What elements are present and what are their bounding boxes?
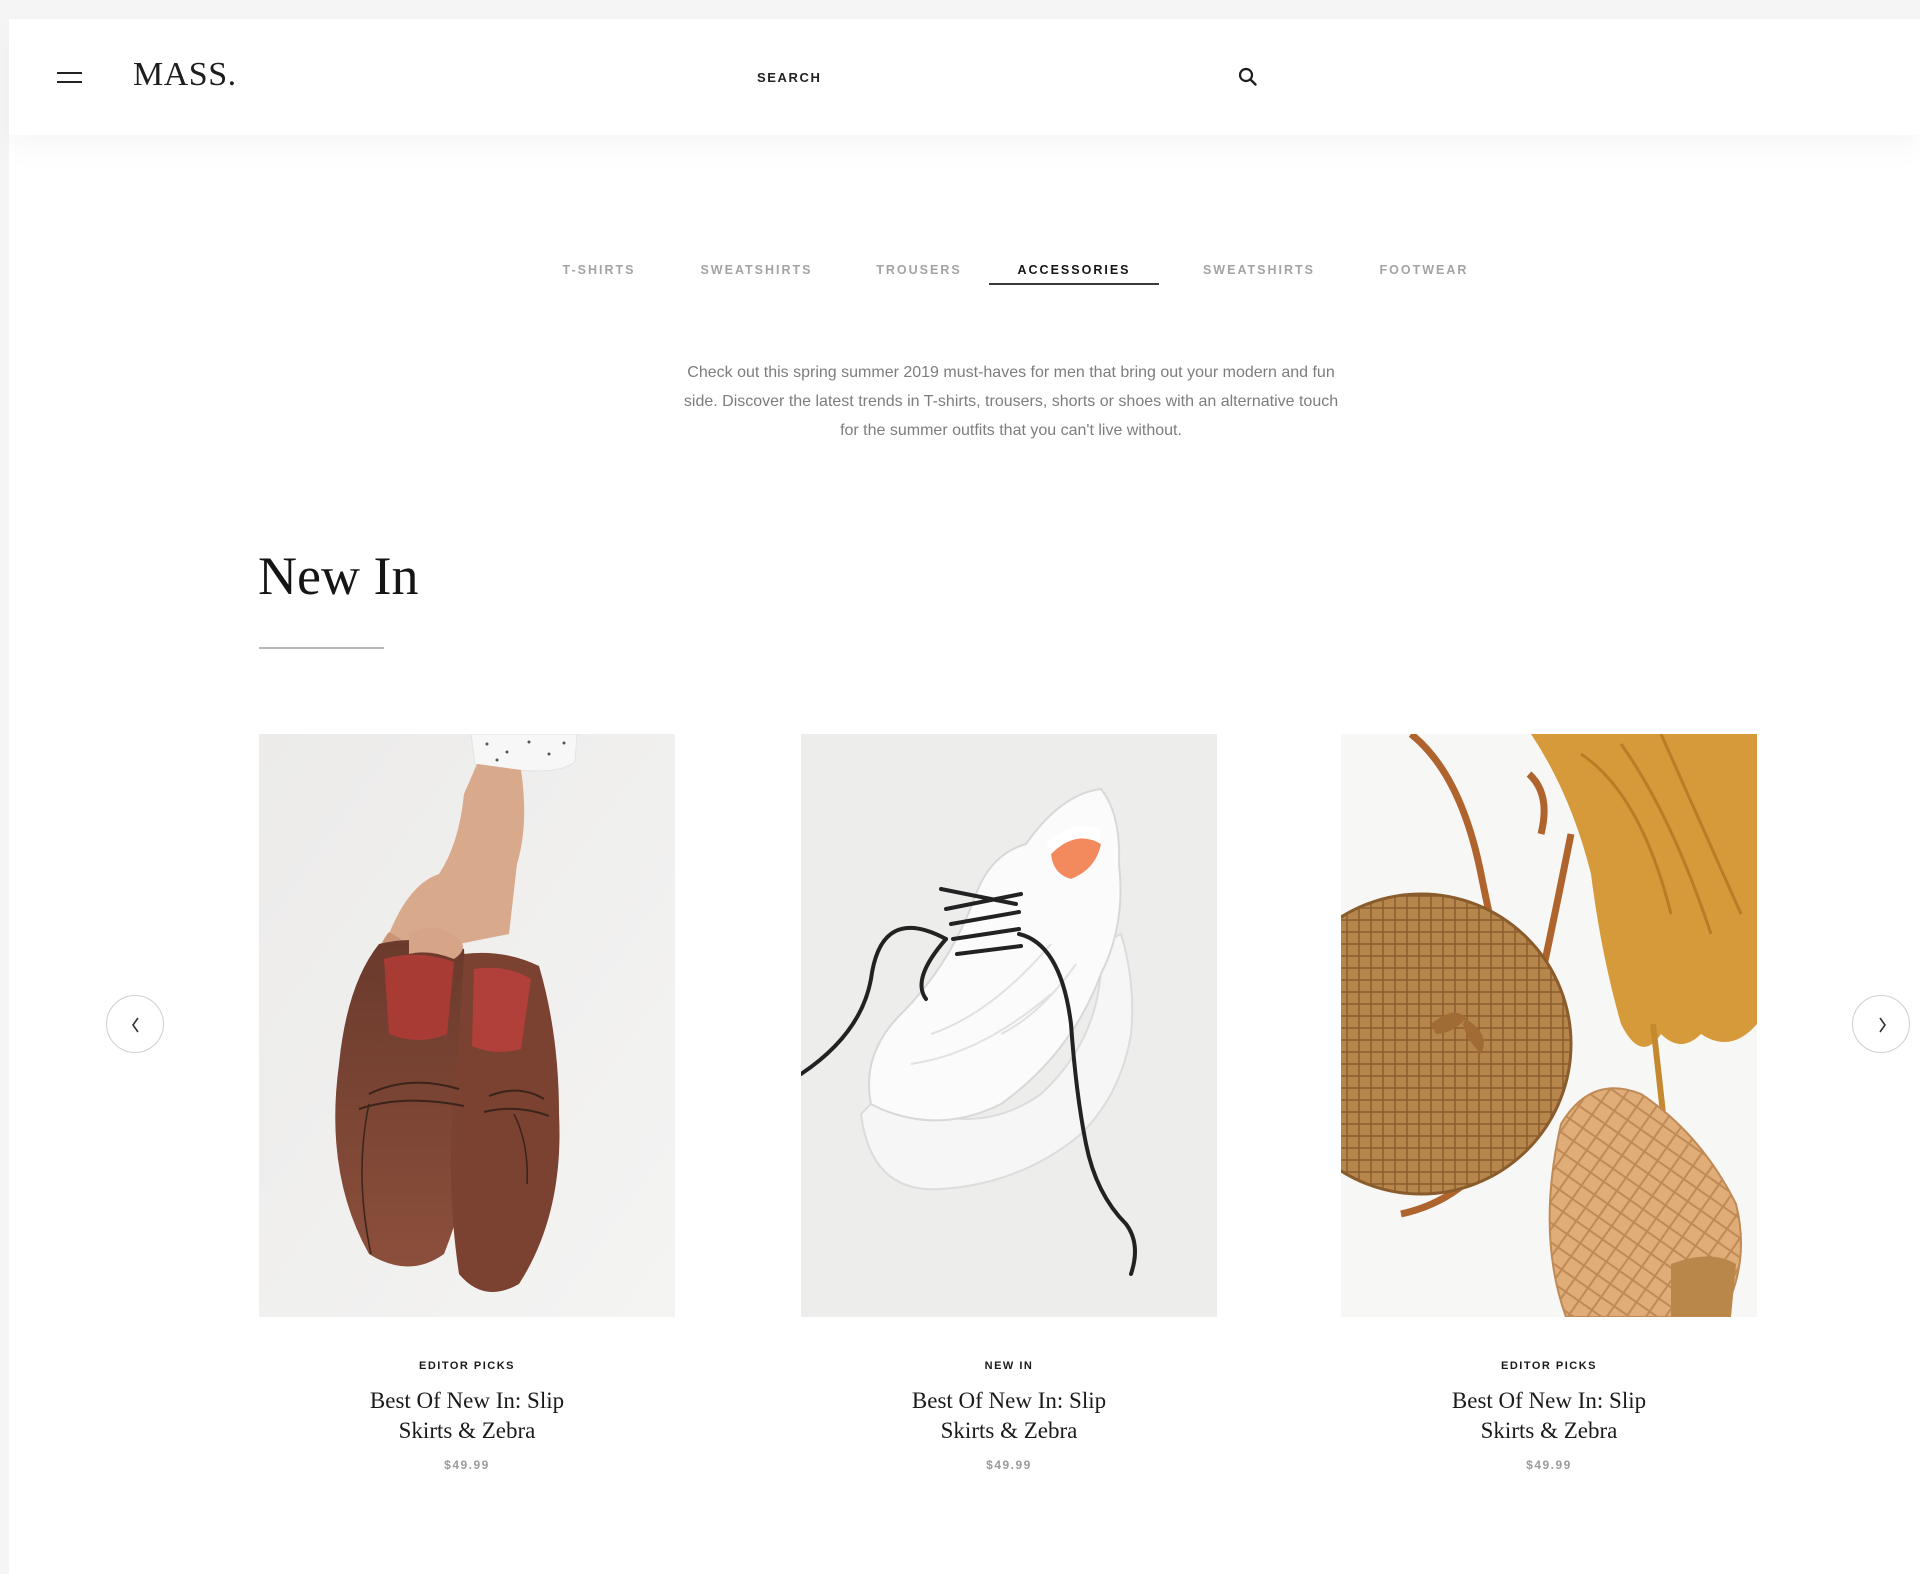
search-label[interactable]: SEARCH bbox=[757, 70, 822, 85]
product-title-line: Best Of New In: Slip bbox=[1451, 1388, 1647, 1413]
product-title-line: Skirts & Zebra bbox=[398, 1418, 536, 1443]
product-title-line: Skirts & Zebra bbox=[1480, 1418, 1618, 1443]
product-price: $49.99 bbox=[1526, 1458, 1572, 1472]
product-card: EDITOR PICKS Best Of New In: Slip Skirts… bbox=[259, 734, 675, 1472]
intro-text: Check out this spring summer 2019 must-h… bbox=[639, 358, 1383, 445]
product-title-line: Best Of New In: Slip bbox=[369, 1388, 565, 1413]
product-card: EDITOR PICKS Best Of New In: Slip Skirts… bbox=[1341, 734, 1757, 1472]
product-price: $49.99 bbox=[444, 1458, 490, 1472]
site-logo[interactable]: MASS. bbox=[133, 56, 237, 94]
product-tag: NEW IN bbox=[984, 1360, 1034, 1372]
active-tab-underline bbox=[989, 283, 1159, 285]
product-title[interactable]: Best Of New In: Slip Skirts & Zebra bbox=[1429, 1386, 1669, 1446]
product-card: NEW IN Best Of New In: Slip Skirts & Zeb… bbox=[801, 734, 1217, 1472]
tab-accessories[interactable]: ACCESSORIES bbox=[989, 255, 1159, 305]
tab-sweatshirts[interactable]: SWEATSHIRTS bbox=[684, 255, 829, 305]
product-title[interactable]: Best Of New In: Slip Skirts & Zebra bbox=[347, 1386, 587, 1446]
search-icon[interactable] bbox=[1237, 66, 1259, 88]
product-title-line: Skirts & Zebra bbox=[940, 1418, 1078, 1443]
hamburger-icon[interactable] bbox=[57, 70, 82, 84]
product-tag: EDITOR PICKS bbox=[1500, 1360, 1598, 1372]
tab-sweatshirts-2[interactable]: SWEATSHIRTS bbox=[1184, 255, 1334, 305]
intro-line: side. Discover the latest trends in T-sh… bbox=[683, 393, 1339, 410]
carousel-next-button[interactable] bbox=[1852, 995, 1910, 1053]
category-tabs: T-SHIRTS SWEATSHIRTS TROUSERS ACCESSORIE… bbox=[9, 255, 1920, 305]
site-header: MASS. SEARCH bbox=[9, 19, 1920, 135]
rattan-bag-and-woven-shoe-image[interactable] bbox=[1341, 734, 1757, 1317]
product-tag: EDITOR PICKS bbox=[418, 1360, 516, 1372]
product-price: $49.99 bbox=[986, 1458, 1032, 1472]
chevron-right-icon bbox=[1879, 1017, 1886, 1033]
section-title: New In bbox=[258, 546, 419, 606]
intro-line: for the summer outfits that you can't li… bbox=[840, 422, 1182, 439]
product-title-line: Best Of New In: Slip bbox=[911, 1388, 1107, 1413]
product-title[interactable]: Best Of New In: Slip Skirts & Zebra bbox=[889, 1386, 1129, 1446]
intro-line: Check out this spring summer 2019 must-h… bbox=[687, 364, 1335, 381]
page-frame: MASS. SEARCH T-SHIRTS SWEATSHIRTS TROUSE… bbox=[9, 19, 1920, 1574]
brown-leather-shoes-image[interactable] bbox=[259, 734, 675, 1317]
white-sneaker-image[interactable] bbox=[801, 734, 1217, 1317]
tab-trousers[interactable]: TROUSERS bbox=[854, 255, 984, 305]
chevron-left-icon bbox=[132, 1017, 139, 1033]
section-divider bbox=[259, 647, 384, 649]
tab-t-shirts[interactable]: T-SHIRTS bbox=[529, 255, 669, 305]
carousel-prev-button[interactable] bbox=[106, 995, 164, 1053]
tab-footwear[interactable]: FOOTWEAR bbox=[1354, 255, 1494, 305]
